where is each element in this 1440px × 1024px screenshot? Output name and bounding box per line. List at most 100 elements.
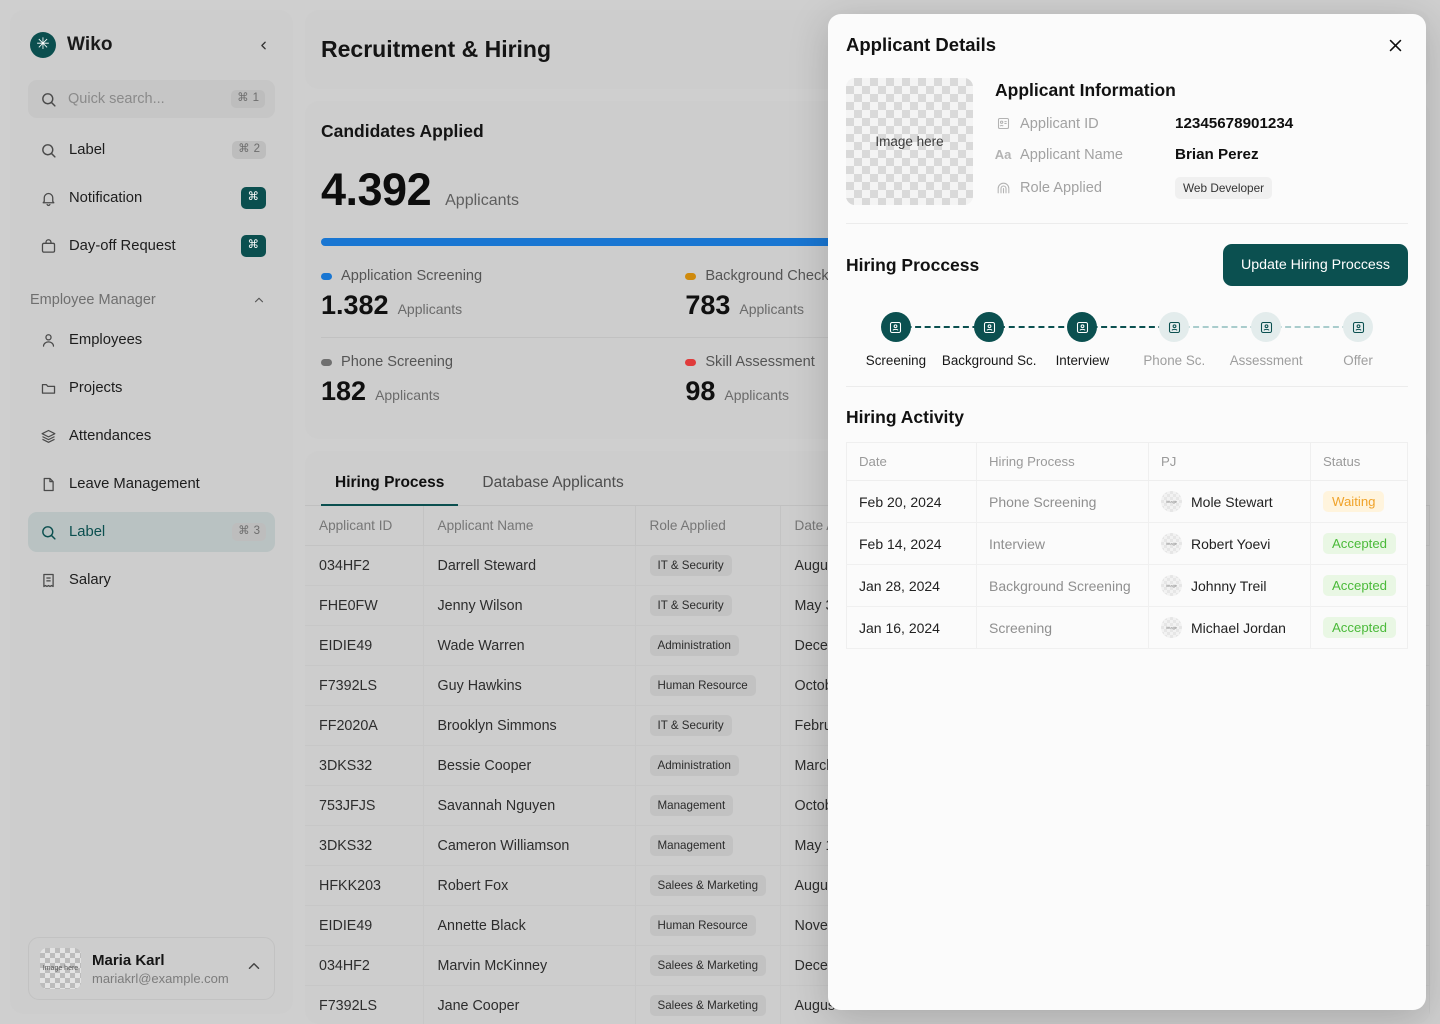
role-pill: IT & Security [649, 715, 732, 736]
sidebar-item-label[interactable]: Label ⌘ 3 [28, 512, 275, 552]
stat-cell: Application Screening 1.382 Applicants [321, 268, 685, 337]
role-pill: Management [649, 795, 734, 816]
modal-header: Applicant Details [846, 14, 1408, 72]
sidebar-item-label: Salary [69, 572, 111, 588]
chevron-up-icon[interactable] [245, 957, 263, 980]
cell-applicant-name: Wade Warren [423, 625, 636, 666]
sidebar-item-label-top[interactable]: Label ⌘ 2 [28, 130, 275, 170]
activity-column-header: Hiring Process [976, 442, 1149, 481]
cell-applicant-name: Savannah Nguyen [423, 785, 636, 826]
field-key: Aa Applicant Name [995, 147, 1175, 163]
activity-status: Accepted [1310, 606, 1408, 649]
user-email: mariakrl@example.com [92, 970, 229, 986]
sidebar-item-attendances[interactable]: Attendances [28, 416, 275, 456]
sidebar-nav-top: Label ⌘ 2 Notification ⌘ Day-off Request… [28, 122, 275, 266]
cell-applicant-name: Guy Hawkins [423, 665, 636, 706]
bell-icon [39, 189, 57, 207]
search-icon [39, 90, 57, 108]
sidebar-item-label: Leave Management [69, 476, 200, 492]
activity-pj: Image Mole Stewart [1148, 480, 1311, 523]
hiring-step[interactable]: Offer [1312, 312, 1404, 368]
activity-process: Phone Screening [976, 480, 1149, 523]
search-icon [39, 523, 57, 541]
search-icon [39, 141, 57, 159]
cell-applicant-id: HFKK203 [305, 865, 424, 906]
sidebar-group-employee-manager[interactable]: Employee Manager [28, 292, 275, 308]
hiring-step[interactable]: Phone Sc. [1128, 312, 1267, 368]
activity-row: Jan 16, 2024 Screening Image Michael Jordan… [846, 606, 1408, 649]
cell-applicant-name: Robert Fox [423, 865, 636, 906]
stats-total-unit: Applicants [445, 192, 519, 209]
hiring-step[interactable]: Interview [1036, 312, 1175, 368]
tab-database-applicants[interactable]: Database Applicants [468, 465, 637, 505]
applicant-information-section: Image here Applicant Information Applica… [846, 72, 1408, 224]
cell-applicant-id: FF2020A [305, 705, 424, 746]
tab-hiring-process[interactable]: Hiring Process [321, 465, 459, 506]
pj-avatar: Image [1161, 533, 1182, 554]
role-pill: Salees & Marketing [649, 955, 767, 976]
stat-value: 182 [321, 376, 367, 406]
step-label: Interview [1055, 353, 1110, 368]
hiring-step[interactable]: Background Sc. [942, 312, 1084, 368]
person-card-icon [880, 312, 911, 342]
cell-applicant-id: F7392LS [305, 985, 424, 1024]
person-card-icon [1159, 312, 1190, 342]
arc-icon [995, 180, 1011, 196]
field-label: Applicant ID [1020, 115, 1099, 132]
sidebar-item-label: Employees [69, 332, 143, 348]
search-input[interactable]: Quick search... ⌘ 1 [28, 80, 275, 118]
sidebar-item-label: Attendances [69, 428, 152, 444]
cell-role-applied: Management [635, 825, 781, 866]
sidebar-item-dayoff-request[interactable]: Day-off Request ⌘ [28, 226, 275, 266]
receipt-icon [39, 571, 57, 589]
sidebar-item-employees[interactable]: Employees [28, 320, 275, 360]
activity-pj: Image Robert Yoevi [1148, 522, 1311, 565]
role-pill: IT & Security [649, 595, 732, 616]
activity-process: Interview [976, 522, 1149, 565]
pj-name: Robert Yoevi [1191, 535, 1271, 552]
cell-role-applied: Human Resource [635, 905, 781, 946]
cell-role-applied: Administration [635, 625, 781, 666]
cell-applicant-name: Bessie Cooper [423, 745, 636, 786]
field-label: Role Applied [1020, 180, 1102, 196]
user-profile-card[interactable]: Image here Maria Karl mariakrl@example.c… [28, 937, 275, 1000]
stat-dot [685, 272, 697, 280]
stats-total-value: 4.392 [321, 164, 432, 215]
activity-status: Waiting [1310, 480, 1408, 523]
status-badge: Waiting [1323, 491, 1385, 512]
shortcut-badge: ⌘ [240, 235, 266, 257]
role-pill: Management [649, 835, 734, 856]
stat-value: 1.382 [321, 290, 389, 320]
stat-unit: Applicants [375, 387, 440, 403]
cell-role-applied: Salees & Marketing [635, 865, 781, 906]
sidebar-item-notification[interactable]: Notification ⌘ [28, 178, 275, 218]
sidebar-item-projects[interactable]: Projects [28, 368, 275, 408]
chevron-left-icon[interactable] [253, 35, 273, 55]
cell-role-applied: Salees & Marketing [635, 945, 781, 986]
activity-status: Accepted [1310, 522, 1408, 565]
sidebar-item-salary[interactable]: Salary [28, 560, 275, 600]
role-pill: IT & Security [649, 555, 732, 576]
pj-name: Johnny Treil [1191, 577, 1267, 594]
id-card-icon [995, 116, 1011, 132]
column-header: Role Applied [635, 506, 781, 546]
cell-applicant-id: 034HF2 [305, 545, 424, 586]
cell-applicant-id: 753JFJS [305, 785, 424, 826]
sidebar-item-label: Projects [69, 380, 123, 396]
wiko-logo-icon: ✳ [30, 32, 56, 58]
cell-applicant-name: Brooklyn Simmons [423, 705, 636, 746]
cell-applicant-name: Jane Cooper [423, 985, 636, 1024]
status-badge: Accepted [1323, 533, 1396, 554]
brand-name: Wiko [67, 34, 113, 55]
hiring-step[interactable]: Screening [850, 312, 988, 368]
step-label: Assessment [1229, 353, 1303, 368]
hiring-step[interactable]: Assessment [1220, 312, 1359, 368]
sidebar-item-leave-management[interactable]: Leave Management [28, 464, 275, 504]
column-header: Applicant ID [305, 506, 424, 546]
activity-row: Feb 20, 2024 Phone Screening Image Mole Ste… [846, 480, 1408, 523]
modal-title: Applicant Details [846, 34, 997, 55]
close-icon[interactable] [1382, 32, 1408, 58]
search-shortcut: ⌘ 1 [231, 90, 265, 108]
update-hiring-process-button[interactable]: Update Hiring Proccess [1222, 244, 1408, 286]
stat-dot [685, 358, 697, 366]
